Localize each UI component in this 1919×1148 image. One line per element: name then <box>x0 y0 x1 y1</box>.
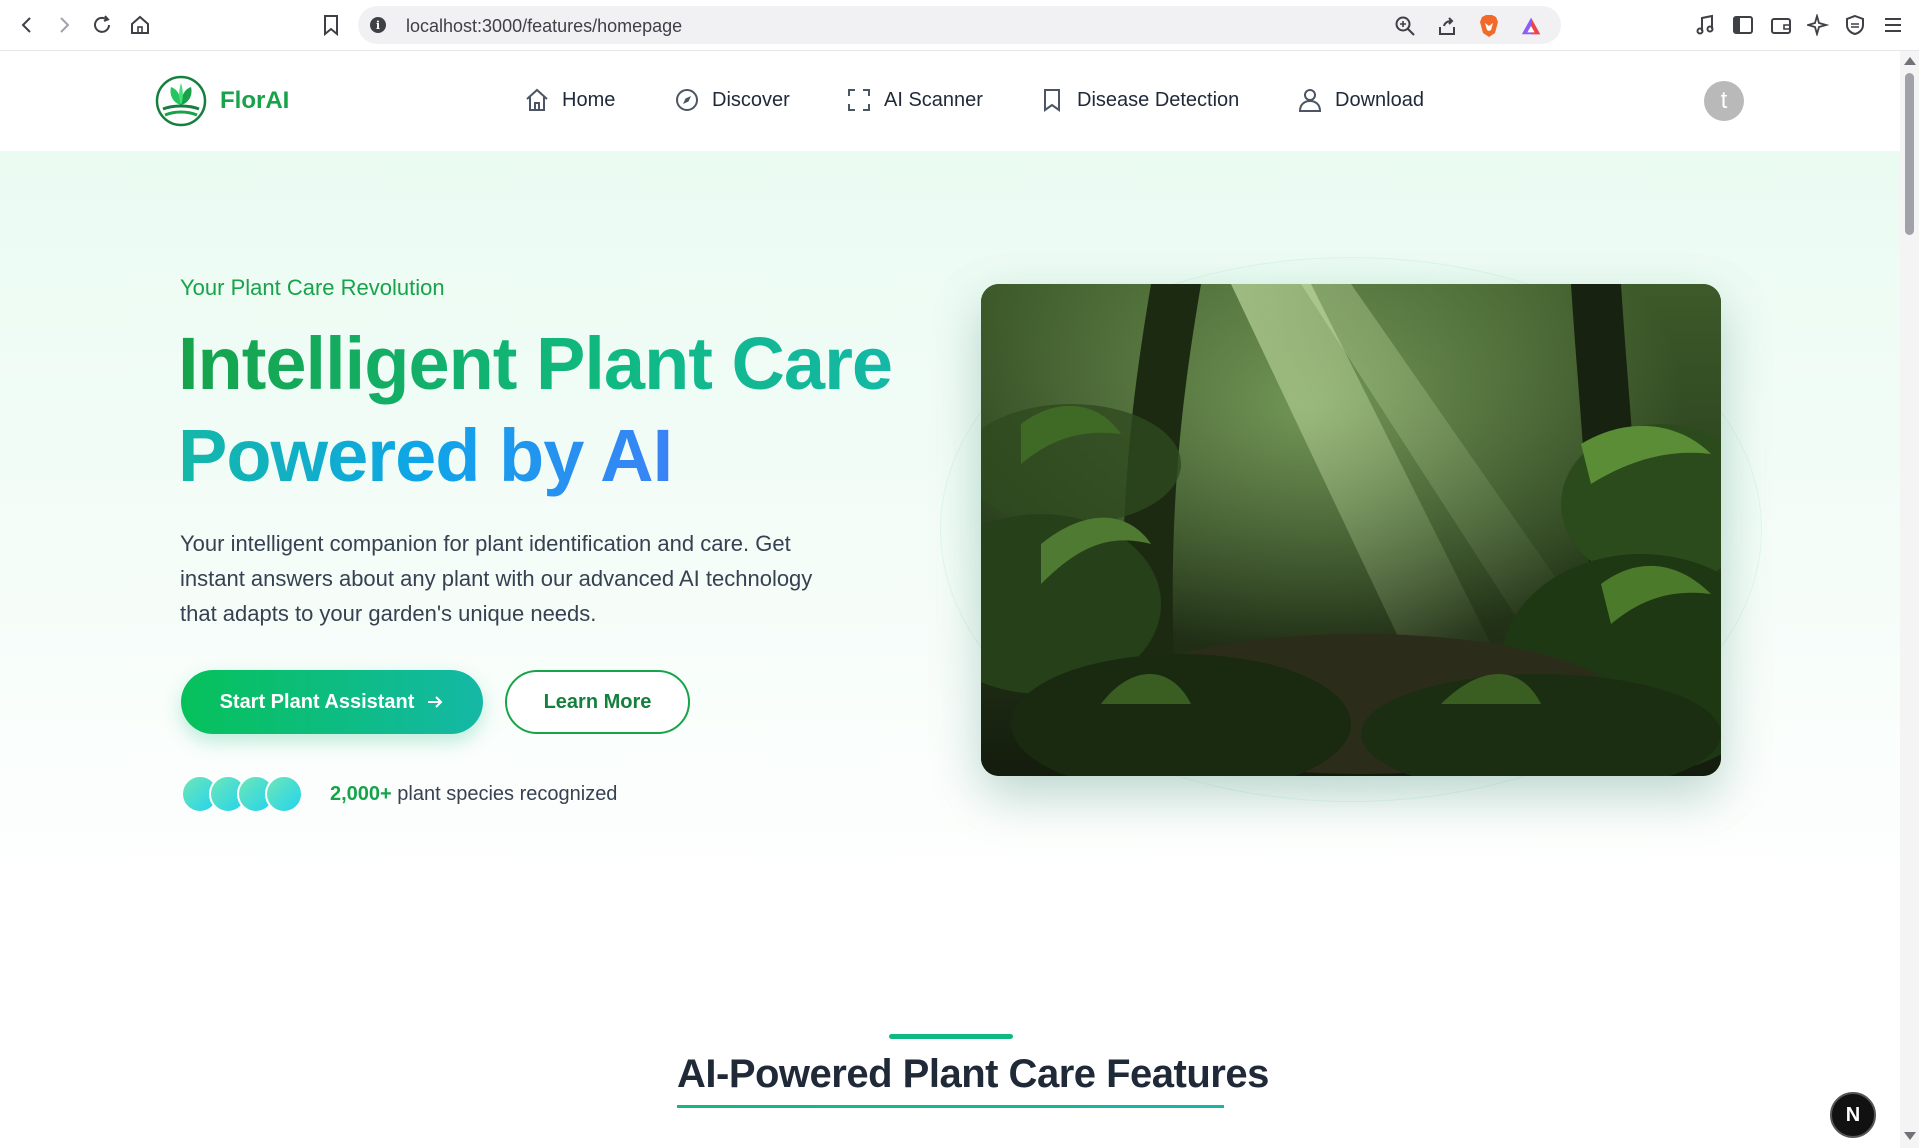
nav-disease-detection[interactable]: Disease Detection <box>1039 87 1239 113</box>
hero-description: Your intelligent companion for plant ide… <box>180 531 813 626</box>
site-info-icon[interactable]: i <box>370 17 386 33</box>
nav-disease-detection-label: Disease Detection <box>1077 88 1240 111</box>
scroll-down-arrow[interactable] <box>1904 1132 1916 1140</box>
brand-name[interactable]: FlorAI <box>220 87 289 115</box>
learn-more-label: Learn More <box>543 690 652 713</box>
species-stat: 2,000+ plant species recognized <box>330 783 617 806</box>
home-browser-icon[interactable] <box>127 12 153 38</box>
nav-download[interactable]: Download <box>1297 87 1424 113</box>
rewards-triangle-icon[interactable] <box>1520 15 1542 37</box>
species-stat-text: plant species recognized <box>397 783 618 805</box>
features-title: AI-Powered Plant Care Features <box>677 1052 1269 1096</box>
back-icon[interactable] <box>14 12 40 38</box>
url-text[interactable]: localhost:3000/features/homepage <box>406 16 682 37</box>
nextjs-dev-badge[interactable]: N <box>1830 1092 1876 1138</box>
nav-discover-label: Discover <box>712 88 790 111</box>
user-icon <box>1298 89 1322 112</box>
features-accent-rule <box>889 1034 1013 1039</box>
brave-shield-icon[interactable] <box>1478 15 1500 37</box>
hero-headline-line2: Powered by AI <box>178 414 673 497</box>
vpn-shield-icon[interactable] <box>1843 13 1867 37</box>
nav-download-label: Download <box>1335 88 1424 111</box>
scroll-thumb[interactable] <box>1905 73 1914 235</box>
start-plant-assistant-button[interactable]: Start Plant Assistant <box>181 670 483 734</box>
species-stat-value: 2,000+ <box>330 783 392 805</box>
menu-icon[interactable] <box>1881 13 1905 37</box>
jungle-hero-image <box>981 284 1721 776</box>
scan-icon <box>848 89 870 111</box>
wallet-icon[interactable] <box>1769 13 1793 37</box>
address-bar[interactable]: i localhost:3000/features/homepage <box>358 6 1561 44</box>
user-avatar[interactable]: t <box>1704 81 1744 121</box>
reload-icon[interactable] <box>89 12 115 38</box>
species-avatars <box>181 775 311 813</box>
compass-icon <box>676 89 698 111</box>
page-scrollbar[interactable] <box>1900 51 1919 1148</box>
share-icon[interactable] <box>1436 15 1458 37</box>
forward-icon[interactable] <box>51 12 77 38</box>
start-plant-assistant-label: Start Plant Assistant <box>219 690 415 713</box>
hero-headline-line1: Intelligent Plant Care <box>178 322 893 405</box>
browser-toolbar: i localhost:3000/features/homepage <box>0 0 1919 51</box>
bookmark-icon <box>1044 89 1060 112</box>
nav-ai-scanner-label: AI Scanner <box>884 88 983 111</box>
species-bubble <box>265 775 303 813</box>
arrow-right-icon <box>428 696 443 708</box>
sidebar-icon[interactable] <box>1731 13 1755 37</box>
learn-more-button[interactable]: Learn More <box>505 670 690 734</box>
media-icon[interactable] <box>1693 13 1717 37</box>
bookmark-page-icon[interactable] <box>318 12 344 38</box>
zoom-icon[interactable] <box>1394 15 1416 37</box>
leo-ai-icon[interactable] <box>1806 13 1830 37</box>
nav-home-label: Home <box>562 88 616 111</box>
app-header: FlorAI Home Discover AI Scanner Disease … <box>0 51 1900 151</box>
hero-eyebrow: Your Plant Care Revolution <box>180 275 445 300</box>
nav-home[interactable]: Home <box>524 87 615 113</box>
scroll-up-arrow[interactable] <box>1904 57 1916 65</box>
nav-ai-scanner[interactable]: AI Scanner <box>846 87 983 113</box>
hero-section: Your Plant Care Revolution Intelligent P… <box>0 151 1900 911</box>
nav-discover[interactable]: Discover <box>674 87 790 113</box>
home-icon <box>526 88 548 111</box>
features-title-underline <box>677 1105 1224 1108</box>
florai-logo[interactable] <box>155 75 207 127</box>
